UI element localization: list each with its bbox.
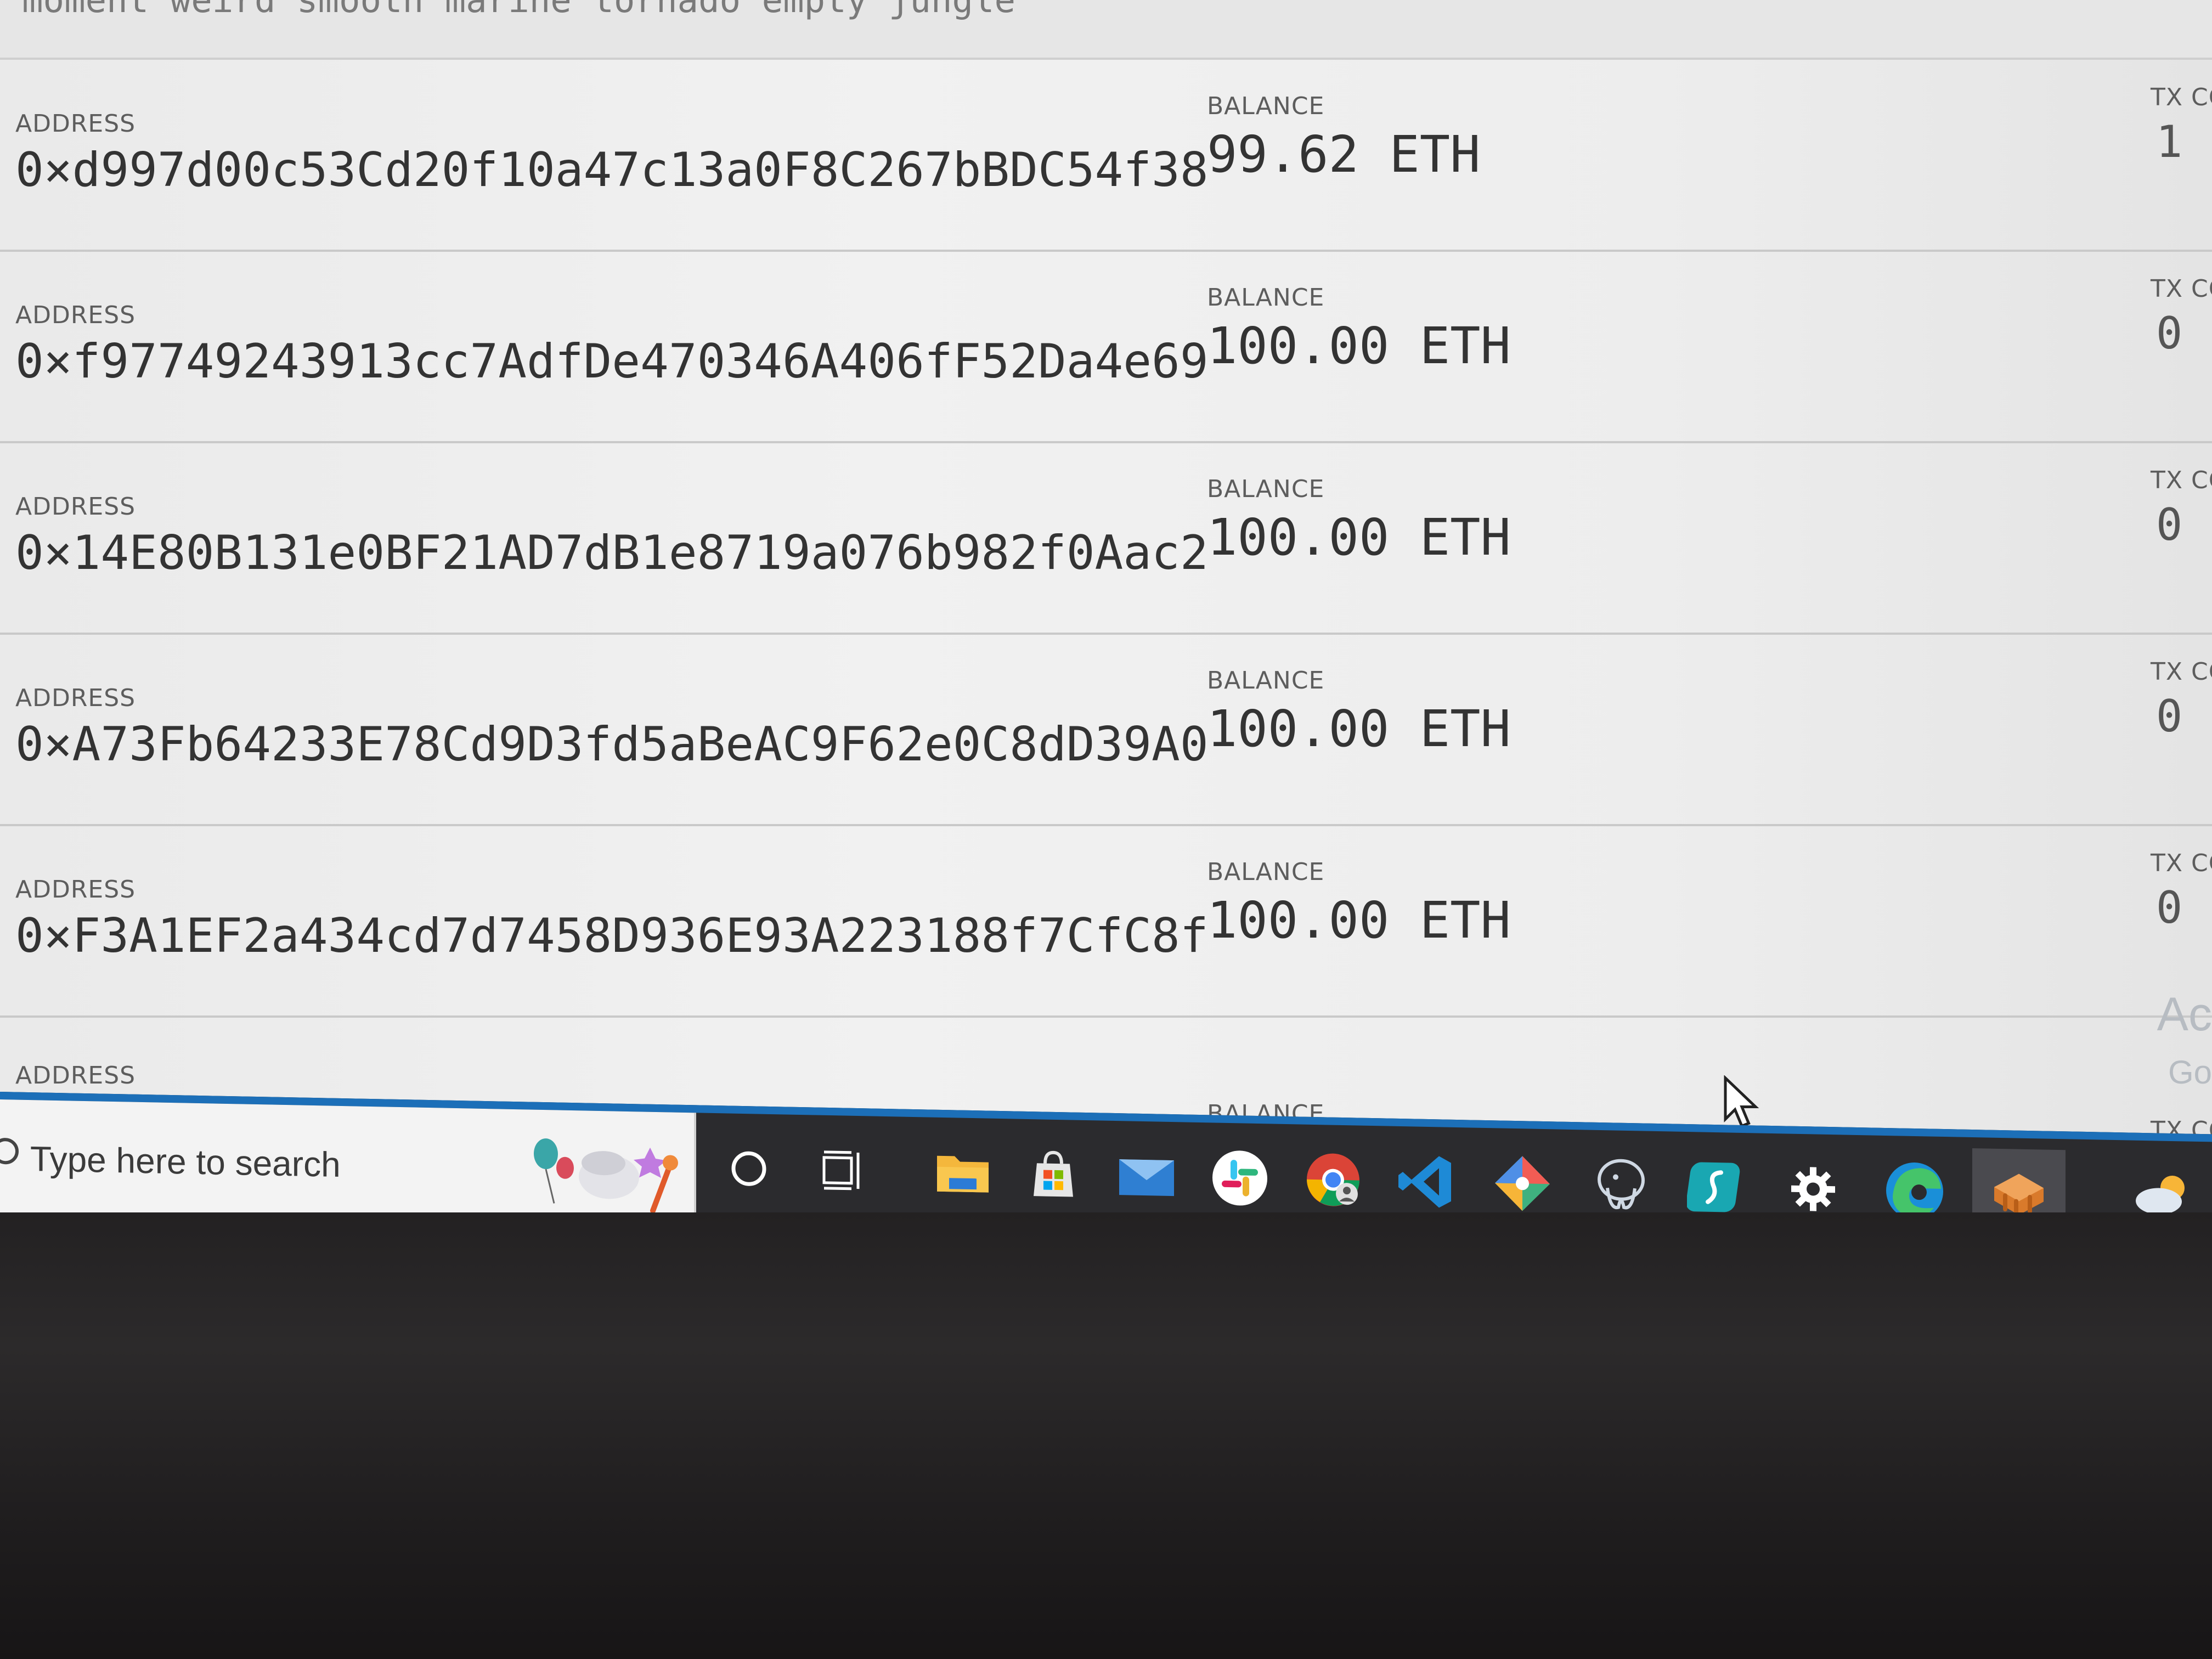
pgadmin-button[interactable]	[1588, 1152, 1654, 1235]
address-label: ADDRESS	[15, 684, 136, 712]
file-explorer-button[interactable]	[930, 1139, 996, 1223]
activate-windows-subtext: Go	[2168, 1054, 2212, 1091]
microsoft-store-icon	[1034, 1150, 1073, 1197]
balance-label: BALANCE	[1207, 92, 1325, 120]
tx-count-label: TX CO	[2151, 275, 2212, 303]
search-icon	[0, 1137, 19, 1165]
balance-value: 100.00 ETH	[1207, 891, 1511, 950]
search-highlight-art-icon	[534, 1138, 678, 1214]
tx-count-label: TX CO	[2151, 658, 2212, 686]
pgadmin-icon	[1598, 1159, 1645, 1210]
mnemonic-text: moment weird smooth marine tornado empty…	[22, 0, 1015, 21]
sourcetree-icon	[1687, 1162, 1740, 1212]
address-label: ADDRESS	[15, 301, 136, 329]
tx-count-label: TX CO	[2151, 83, 2212, 111]
slack-button[interactable]	[1207, 1144, 1273, 1228]
ganache-window: moment weird smooth marine tornado empty…	[0, 0, 2212, 1190]
tx-count-value: 0	[2156, 882, 2183, 933]
chrome-icon	[1307, 1153, 1359, 1206]
activate-windows-watermark: Ac	[2157, 988, 2212, 1041]
laptop-bezel	[0, 1212, 2212, 1659]
address-label: ADDRESS	[15, 493, 136, 521]
microsoft-store-button[interactable]	[1020, 1141, 1086, 1208]
balance-label: BALANCE	[1207, 475, 1325, 503]
address-value: 0×F3A1EF2a434cd7d7458D936E93A223188f7CfC…	[15, 909, 1209, 963]
mail-icon	[1119, 1159, 1174, 1197]
cortana-button[interactable]	[716, 1135, 782, 1202]
account-row[interactable]: ADDRESS 0×d997d00c53Cd20f10a47c13a0F8C26…	[0, 60, 2212, 252]
git-kraken-icon	[1495, 1156, 1550, 1211]
tx-count-value: 0	[2156, 499, 2183, 550]
account-row[interactable]: ADDRESS 0×A73Fb64233E78Cd9D3fd5aBeAC9F62…	[0, 635, 2212, 826]
address-value: 0×f97749243913cc7AdfDe470346A406fF52Da4e…	[15, 334, 1209, 389]
accounts-list: ADDRESS 0×d997d00c53Cd20f10a47c13a0F8C26…	[0, 60, 2212, 1190]
mnemonic-bar: moment weird smooth marine tornado empty…	[0, 0, 2212, 60]
sourcetree-button[interactable]	[1684, 1154, 1750, 1238]
account-row[interactable]: ADDRESS 0×f97749243913cc7AdfDe470346A406…	[0, 252, 2212, 443]
address-label: ADDRESS	[15, 110, 136, 138]
mail-button[interactable]	[1114, 1143, 1180, 1210]
balance-value: 100.00 ETH	[1207, 699, 1511, 758]
address-value: 0×A73Fb64233E78Cd9D3fd5aBeAC9F62e0C8dD39…	[15, 717, 1209, 772]
settings-icon	[1791, 1167, 1835, 1211]
address-label: ADDRESS	[15, 876, 136, 904]
account-row[interactable]: ADDRESS 0×F3A1EF2a434cd7d7458D936E93A223…	[0, 826, 2212, 1018]
vscode-button[interactable]	[1393, 1148, 1459, 1232]
tx-count-value: 0	[2156, 308, 2183, 359]
mouse-cursor-icon	[1724, 1075, 1759, 1128]
tx-count-label: TX CO	[2151, 466, 2212, 494]
git-client-button[interactable]	[1489, 1150, 1555, 1234]
balance-label: BALANCE	[1207, 667, 1325, 695]
balance-value: 100.00 ETH	[1207, 317, 1511, 375]
tx-count-label: TX CO	[2151, 849, 2212, 877]
task-view-icon	[822, 1150, 860, 1190]
search-placeholder: Type here to search	[30, 1139, 341, 1184]
balance-value: 99.62 ETH	[1207, 125, 1481, 184]
address-label: ADDRESS	[15, 1062, 136, 1090]
tx-count-value: 0	[2156, 691, 2183, 742]
account-row[interactable]: ADDRESS 0×14E80B131e0BF21AD7dB1e8719a076…	[0, 443, 2212, 635]
address-value: 0×14E80B131e0BF21AD7dB1e8719a076b982f0Aa…	[15, 526, 1209, 580]
balance-value: 100.00 ETH	[1207, 508, 1511, 567]
chrome-button[interactable]	[1300, 1147, 1366, 1230]
cortana-icon	[731, 1151, 766, 1186]
tx-count-value: 1	[2156, 116, 2183, 167]
taskbar-search-box[interactable]: Type here to search	[0, 1099, 696, 1226]
file-explorer-icon	[937, 1155, 989, 1193]
address-value: 0×d997d00c53Cd20f10a47c13a0F8C267bBDC54f…	[15, 143, 1209, 198]
balance-label: BALANCE	[1207, 858, 1325, 886]
balance-label: BALANCE	[1207, 284, 1325, 312]
task-view-button[interactable]	[809, 1137, 875, 1204]
vscode-icon	[1398, 1156, 1451, 1208]
slack-icon	[1212, 1150, 1267, 1206]
